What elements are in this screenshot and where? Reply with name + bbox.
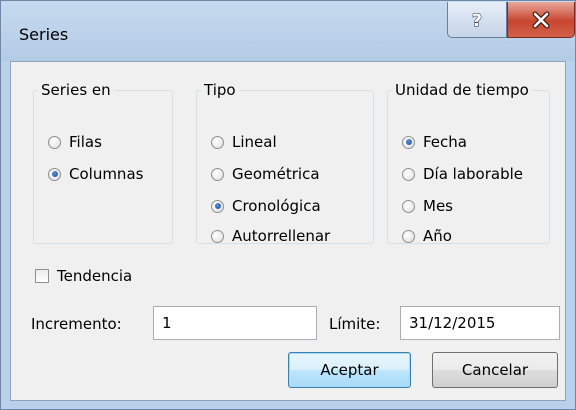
incremento-label: Incremento: <box>31 315 122 333</box>
series-en-group: Series en Filas Columnas <box>33 80 173 244</box>
radio-lineal[interactable]: Lineal <box>211 131 277 153</box>
dialog-title: Series <box>19 25 69 44</box>
radio-mes-indicator[interactable] <box>402 199 415 213</box>
radio-geometrica-label: Geométrica <box>232 165 320 183</box>
svg-text:?: ? <box>472 11 482 30</box>
tendencia-checkbox[interactable] <box>35 269 49 283</box>
unidad-tiempo-label: Unidad de tiempo <box>392 80 532 100</box>
help-button[interactable]: ? <box>447 2 507 38</box>
radio-lineal-indicator[interactable] <box>211 135 224 149</box>
radio-dia-laborable-label: Día laborable <box>423 165 524 183</box>
tipo-group: Tipo Lineal Geométrica Cronológica Autor… <box>196 80 374 247</box>
radio-ano-indicator[interactable] <box>402 229 415 243</box>
aceptar-button[interactable]: Aceptar <box>288 352 411 388</box>
radio-filas-indicator[interactable] <box>48 135 61 149</box>
radio-fecha-label: Fecha <box>423 133 467 151</box>
radio-filas-label: Filas <box>69 133 102 151</box>
series-dialog: Series ? Series en Filas Columnas Tipo L… <box>0 0 576 410</box>
radio-lineal-label: Lineal <box>232 133 277 151</box>
limite-label: Límite: <box>329 315 381 333</box>
cancelar-button[interactable]: Cancelar <box>432 352 558 388</box>
tendencia-checkbox-row[interactable]: Tendencia <box>35 265 132 287</box>
radio-fecha[interactable]: Fecha <box>402 131 467 153</box>
radio-mes[interactable]: Mes <box>402 195 453 217</box>
radio-cronologica[interactable]: Cronológica <box>211 195 321 217</box>
radio-autorrellenar[interactable]: Autorrellenar <box>211 225 330 247</box>
radio-ano[interactable]: Año <box>402 225 452 247</box>
radio-geometrica[interactable]: Geométrica <box>211 163 320 185</box>
close-icon <box>532 11 550 28</box>
radio-cronologica-indicator[interactable] <box>211 199 224 213</box>
radio-autorrellenar-indicator[interactable] <box>211 229 224 243</box>
radio-ano-label: Año <box>423 227 452 245</box>
radio-filas[interactable]: Filas <box>48 131 102 153</box>
title-bar[interactable]: Series ? <box>1 1 575 61</box>
limite-input[interactable] <box>400 306 560 340</box>
close-button[interactable] <box>507 2 575 38</box>
radio-fecha-indicator[interactable] <box>402 135 415 149</box>
dialog-body: Series en Filas Columnas Tipo Lineal Geo… <box>10 61 566 401</box>
radio-autorrellenar-label: Autorrellenar <box>232 227 331 245</box>
radio-columnas-indicator[interactable] <box>48 167 61 181</box>
radio-dia-laborable-indicator[interactable] <box>402 167 415 181</box>
radio-cronologica-label: Cronológica <box>232 197 321 215</box>
help-icon: ? <box>471 10 482 30</box>
radio-columnas[interactable]: Columnas <box>48 163 143 185</box>
series-en-label: Series en <box>38 80 114 100</box>
radio-mes-label: Mes <box>423 197 453 215</box>
tipo-label: Tipo <box>201 80 239 100</box>
radio-dia-laborable[interactable]: Día laborable <box>402 163 523 185</box>
radio-geometrica-indicator[interactable] <box>211 167 224 181</box>
incremento-input[interactable] <box>153 306 317 340</box>
tendencia-label: Tendencia <box>57 267 133 285</box>
unidad-tiempo-group: Unidad de tiempo Fecha Día laborable Mes… <box>387 80 550 247</box>
radio-columnas-label: Columnas <box>69 165 144 183</box>
